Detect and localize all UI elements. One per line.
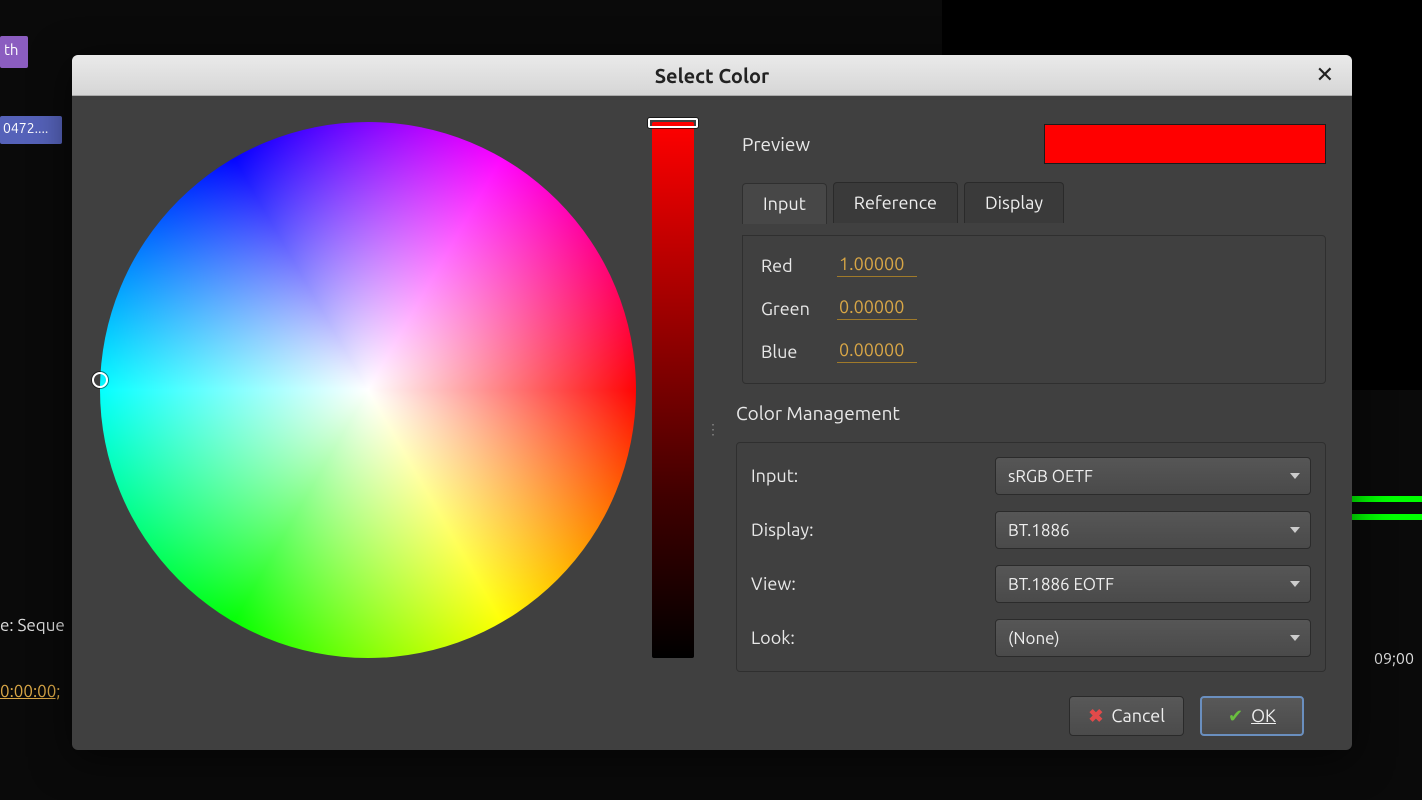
- cancel-icon: ✖: [1088, 706, 1103, 727]
- right-panel: Preview Input Reference Display Red 1.00…: [732, 122, 1332, 736]
- color-wheel[interactable]: [100, 122, 636, 658]
- sequence-label: e: Seque: [0, 616, 65, 635]
- tab-reference[interactable]: Reference: [833, 182, 958, 223]
- preview-swatch: [1044, 124, 1326, 164]
- pane-splitter[interactable]: ⋮: [708, 122, 718, 736]
- cm-input-label: Input:: [751, 466, 981, 486]
- dialog-content: ⋮ Preview Input Reference Display Red 1.…: [72, 96, 1352, 750]
- color-wheel-cursor[interactable]: [92, 372, 108, 388]
- color-management-panel: Input: sRGB OETF Display: BT.1886 View:: [736, 442, 1326, 672]
- cm-view-row: View: BT.1886 EOTF: [751, 565, 1311, 603]
- cm-view-value: BT.1886 EOTF: [1008, 575, 1114, 594]
- cm-view-label: View:: [751, 574, 981, 594]
- tab-display[interactable]: Display: [964, 182, 1064, 223]
- green-row: Green 0.00000: [761, 297, 1307, 320]
- blue-value-input[interactable]: 0.00000: [837, 340, 917, 363]
- audio-meter: [1342, 490, 1422, 520]
- cm-view-select[interactable]: BT.1886 EOTF: [995, 565, 1311, 603]
- cm-look-label: Look:: [751, 628, 981, 648]
- cm-input-value: sRGB OETF: [1008, 467, 1093, 486]
- close-icon: ✕: [1316, 62, 1334, 87]
- cm-look-value: (None): [1008, 629, 1060, 648]
- chevron-down-icon: [1290, 635, 1300, 641]
- preview-row: Preview: [732, 122, 1332, 164]
- ok-button[interactable]: ✔ OK: [1200, 696, 1304, 736]
- green-label: Green: [761, 299, 819, 319]
- close-button[interactable]: ✕: [1316, 64, 1334, 86]
- dialog-titlebar[interactable]: Select Color ✕: [72, 55, 1352, 96]
- cm-input-row: Input: sRGB OETF: [751, 457, 1311, 495]
- cancel-button[interactable]: ✖ Cancel: [1069, 696, 1184, 736]
- cm-look-select[interactable]: (None): [995, 619, 1311, 657]
- blue-row: Blue 0.00000: [761, 340, 1307, 363]
- value-slider[interactable]: [652, 122, 694, 658]
- dialog-button-row: ✖ Cancel ✔ OK: [732, 690, 1332, 736]
- cm-display-select[interactable]: BT.1886: [995, 511, 1311, 549]
- tab-bar: Input Reference Display: [732, 182, 1332, 223]
- ok-icon: ✔: [1228, 706, 1243, 727]
- cancel-label: Cancel: [1111, 706, 1165, 726]
- preview-label: Preview: [742, 133, 810, 155]
- chevron-down-icon: [1290, 581, 1300, 587]
- timecode-readout: 0:00:00;: [0, 682, 61, 701]
- red-row: Red 1.00000: [761, 254, 1307, 277]
- green-value-input[interactable]: 0.00000: [837, 297, 917, 320]
- ok-label: OK: [1251, 706, 1276, 726]
- value-slider-handle[interactable]: [648, 118, 698, 128]
- select-color-dialog: Select Color ✕ ⋮ Preview Input Reference…: [72, 55, 1352, 750]
- color-wheel-area: [98, 122, 638, 736]
- cm-look-row: Look: (None): [751, 619, 1311, 657]
- dialog-title: Select Color: [655, 64, 770, 87]
- timeline-clip: 0472....: [0, 116, 62, 144]
- tab-panel-input: Red 1.00000 Green 0.00000 Blue 0.00000: [742, 235, 1326, 384]
- chevron-down-icon: [1290, 527, 1300, 533]
- cm-input-select[interactable]: sRGB OETF: [995, 457, 1311, 495]
- tab-input[interactable]: Input: [742, 183, 827, 224]
- cm-display-value: BT.1886: [1008, 521, 1070, 540]
- timeline-clip: th: [0, 36, 28, 68]
- chevron-down-icon: [1290, 473, 1300, 479]
- color-management-title: Color Management: [732, 402, 1332, 424]
- blue-label: Blue: [761, 342, 819, 362]
- red-label: Red: [761, 256, 819, 276]
- timecode-readout: 09;00: [1374, 650, 1414, 668]
- red-value-input[interactable]: 1.00000: [837, 254, 917, 277]
- cm-display-label: Display:: [751, 520, 981, 540]
- cm-display-row: Display: BT.1886: [751, 511, 1311, 549]
